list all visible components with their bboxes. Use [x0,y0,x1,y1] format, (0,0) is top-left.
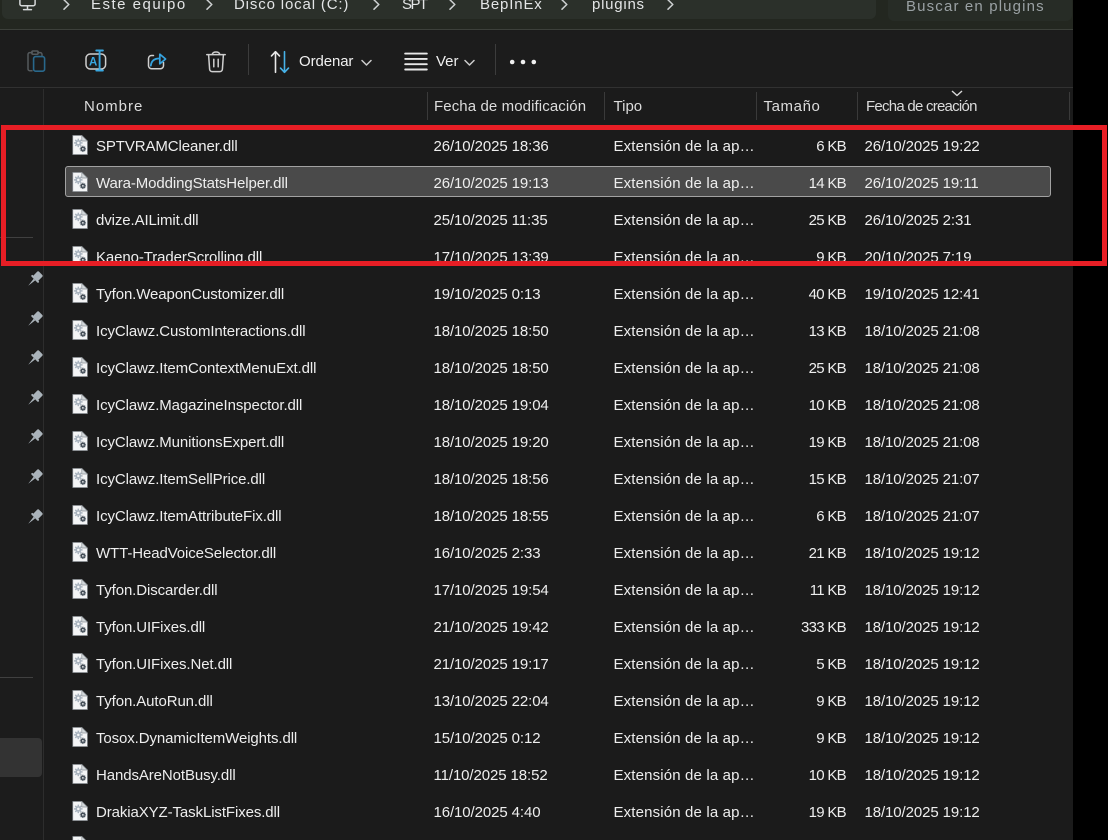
svg-text:A: A [89,56,97,68]
